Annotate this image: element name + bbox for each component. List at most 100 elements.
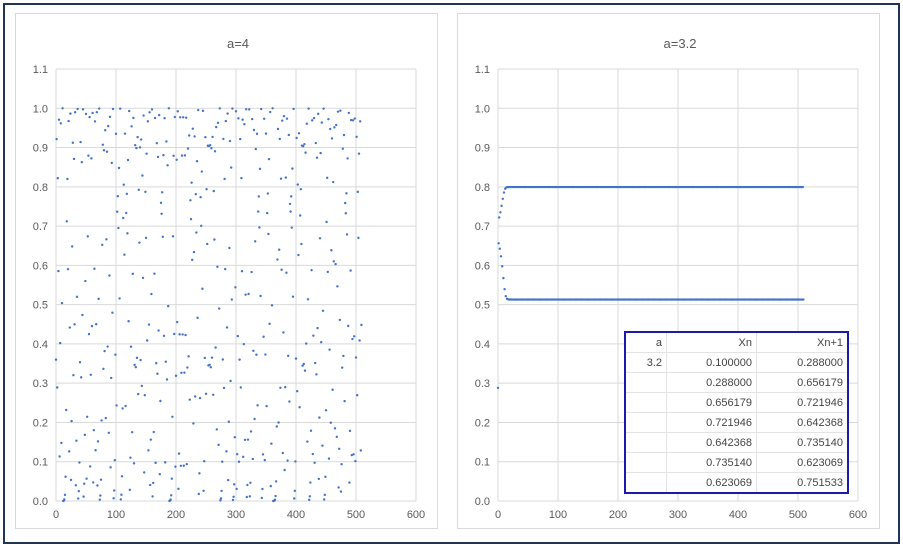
x-tick-label: 200 [167, 509, 185, 521]
data-point [210, 146, 213, 150]
data-point [200, 224, 203, 228]
data-point [170, 477, 173, 480]
data-point [186, 366, 189, 369]
data-point [216, 265, 219, 269]
data-point [173, 332, 176, 336]
data-point [117, 166, 121, 170]
data-point [82, 495, 85, 498]
table-row: 0.735140 0.623069 [624, 452, 849, 473]
data-point [281, 451, 284, 455]
data-point [359, 449, 362, 452]
data-point [329, 127, 332, 131]
data-point [113, 458, 117, 462]
data-point [276, 258, 279, 261]
data-point [213, 150, 217, 153]
data-point [312, 116, 316, 120]
data-point [205, 188, 208, 191]
data-point [192, 422, 195, 425]
y-tick-label: 0.4 [475, 339, 490, 351]
data-point [146, 120, 149, 123]
data-point [99, 494, 102, 497]
data-point [137, 188, 140, 191]
table-cell: 0.642368 [666, 432, 757, 453]
data-point [66, 177, 69, 181]
data-point [127, 320, 130, 323]
data-point [246, 438, 250, 441]
data-point [155, 141, 158, 145]
data-point [323, 493, 326, 497]
data-point [105, 150, 109, 153]
data-point [218, 107, 221, 110]
data-point [318, 237, 322, 240]
data-point [191, 127, 194, 130]
data-point [354, 459, 357, 463]
data-point [97, 297, 100, 301]
data-point [338, 318, 341, 322]
data-point [121, 407, 124, 410]
data-point [321, 309, 325, 312]
data-point [236, 334, 239, 338]
data-point [108, 274, 111, 277]
data-point [192, 250, 196, 254]
data-point [352, 453, 355, 456]
data-point [155, 361, 158, 365]
data-point [152, 481, 155, 485]
data-point [330, 137, 334, 140]
data-point [348, 429, 352, 433]
data-point [59, 122, 62, 125]
table-cell: 0.623069 [756, 452, 849, 473]
data-point [356, 394, 359, 397]
data-point [333, 427, 337, 430]
data-point [277, 421, 280, 424]
table-cell: Xn+1 [756, 331, 849, 353]
data-point [274, 494, 277, 498]
data-point [278, 137, 281, 141]
data-point [107, 431, 111, 435]
data-point [126, 158, 130, 162]
chart-title: a=3.2 [664, 36, 697, 51]
data-point [224, 267, 227, 271]
data-point [232, 495, 235, 498]
y-tick-label: 1.1 [475, 64, 490, 76]
data-point [206, 242, 209, 246]
data-point [345, 233, 349, 236]
y-tick-label: 0.3 [33, 378, 48, 390]
data-point [310, 268, 313, 272]
data-point [338, 447, 341, 450]
table-row: 0.642368 0.735140 [624, 432, 849, 453]
data-point [337, 486, 340, 489]
data-point [183, 371, 186, 374]
data-point [335, 123, 338, 127]
data-point [123, 253, 126, 256]
table-cell [624, 452, 667, 473]
data-point [496, 386, 500, 390]
chart-a4[interactable]: a=4 0.0 0.1 0.2 0.3 0.4 0.5 0.6 0.7 0.8 0.9 1.0 1.1 0… [15, 13, 438, 529]
data-point [355, 135, 358, 138]
data-point [203, 356, 206, 360]
data-point [134, 144, 137, 147]
data-point [157, 329, 160, 332]
data-point [215, 428, 218, 431]
data-point [339, 490, 343, 493]
data-point [331, 388, 334, 391]
data-point [251, 117, 254, 121]
data-point [173, 115, 176, 119]
data-point [230, 166, 233, 169]
data-point [149, 483, 152, 487]
data-point [251, 457, 254, 461]
data-point [146, 339, 149, 342]
data-point [134, 365, 137, 369]
data-point [158, 113, 161, 117]
data-point [77, 489, 80, 493]
data-point [503, 288, 506, 291]
data-point [501, 265, 504, 268]
data-point [279, 177, 283, 180]
data-point [239, 137, 242, 141]
data-point [258, 226, 261, 229]
data-point [247, 292, 250, 296]
data-point [336, 285, 339, 288]
data-point [291, 167, 294, 170]
data-point [153, 272, 156, 275]
data-point [328, 348, 331, 351]
data-point [354, 356, 358, 359]
